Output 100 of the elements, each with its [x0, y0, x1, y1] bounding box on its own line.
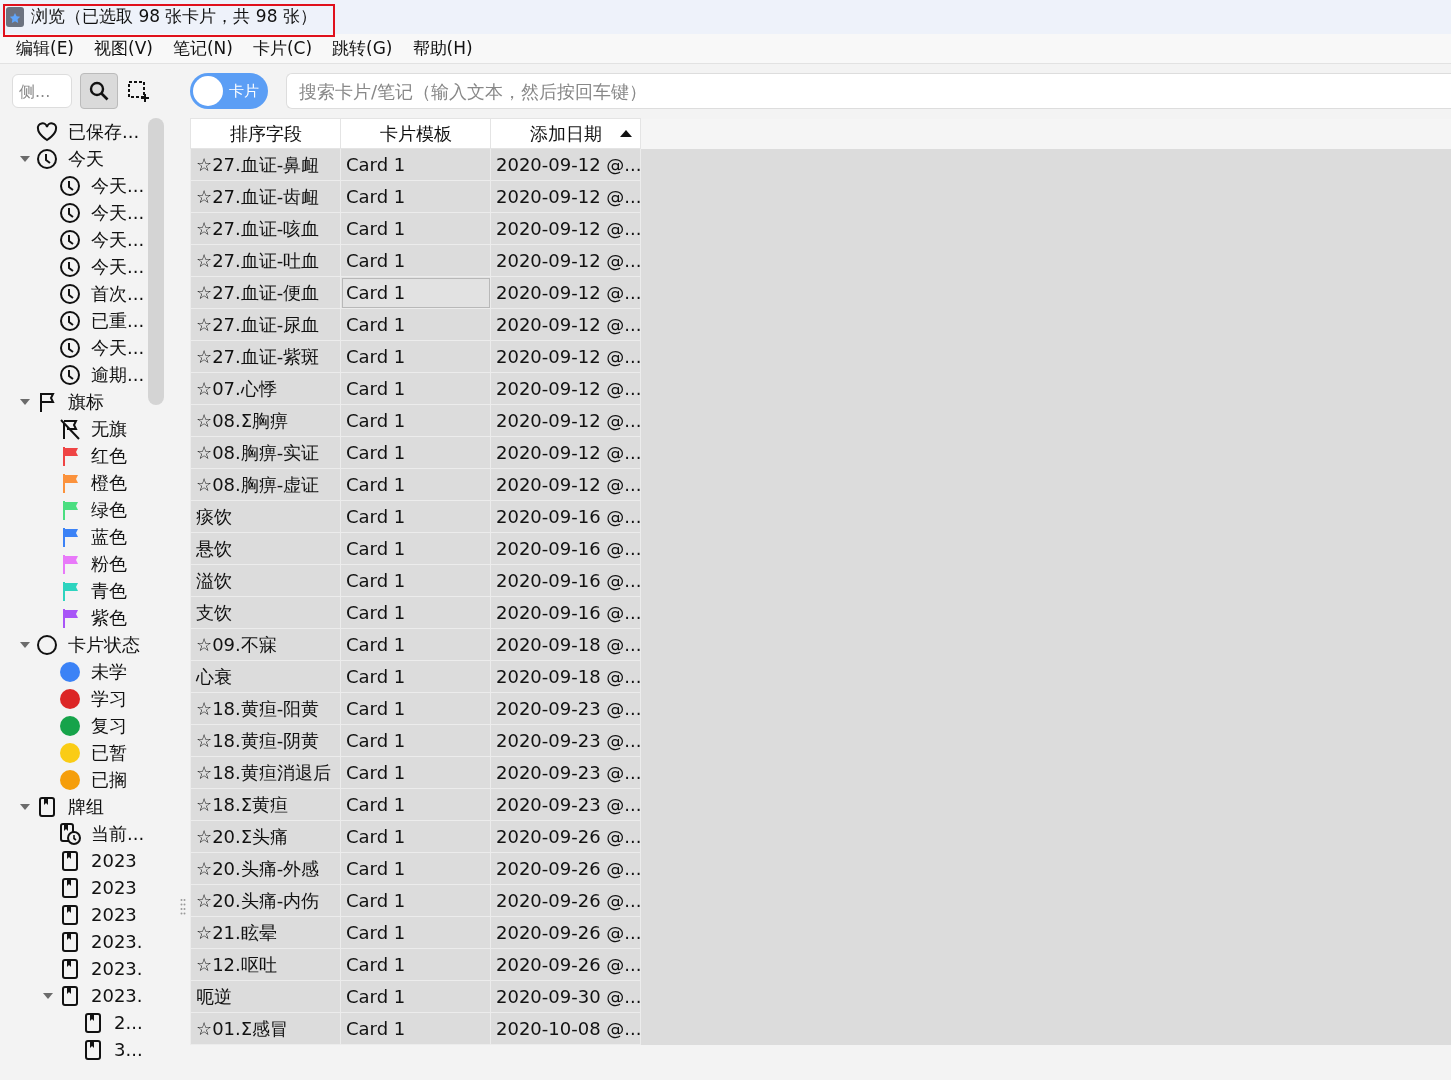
table-cell: Card 1 — [340, 980, 491, 1013]
table-cell: Card 1 — [340, 436, 491, 469]
table-cell: 2020-09-26 @... — [490, 884, 641, 917]
tree-item[interactable]: 今天... — [0, 253, 148, 280]
table-cell: Card 1 — [340, 244, 491, 277]
tree-item[interactable]: 已暂 — [0, 739, 148, 766]
table-cell: Card 1 — [340, 212, 491, 245]
tree-item[interactable]: 2023 — [0, 901, 148, 928]
menu-item[interactable]: 卡片(C) — [242, 35, 323, 62]
tree-item[interactable]: 无旗 — [0, 415, 148, 442]
menu-item[interactable]: 笔记(N) — [162, 35, 243, 62]
tree-item[interactable]: 绿色 — [0, 496, 148, 523]
table-cell: Card 1 — [340, 788, 491, 821]
tree-item[interactable]: 2023. — [0, 982, 148, 1009]
tree-item[interactable]: 蓝色 — [0, 523, 148, 550]
deck-icon — [59, 957, 81, 980]
table-cell: 2020-09-18 @... — [490, 660, 641, 693]
table-cell: 2020-09-12 @... — [490, 372, 641, 405]
menu-item[interactable]: 跳转(G) — [322, 35, 403, 62]
tree-item[interactable]: 今天... — [0, 226, 148, 253]
table-cell: ☆18.Σ黄疸 — [190, 788, 341, 821]
table-cell: 溢饮 — [190, 564, 341, 597]
splitter-grip-icon[interactable] — [179, 898, 186, 916]
table-cell: ☆08.Σ胸痹 — [190, 404, 341, 437]
table-cell: ☆12.呕吐 — [190, 948, 341, 981]
tree-item[interactable]: 今天... — [0, 172, 148, 199]
tree-item[interactable]: 已保存... — [0, 118, 148, 145]
table-cell: ☆07.心悸 — [190, 372, 341, 405]
tree-item[interactable]: 今天... — [0, 334, 148, 361]
menu-item[interactable]: 帮助(H) — [402, 35, 483, 62]
sidebar-search-field[interactable]: 侧... — [12, 74, 72, 108]
table-cell: Card 1 — [340, 692, 491, 725]
table-cell: 2020-09-12 @... — [490, 308, 641, 341]
clock-icon — [59, 255, 81, 278]
clock-icon — [59, 309, 81, 332]
tree-item[interactable]: 粉色 — [0, 550, 148, 577]
tree-item[interactable]: 3... — [0, 1036, 148, 1063]
deck-icon — [82, 1038, 104, 1061]
tree-item[interactable]: 红色 — [0, 442, 148, 469]
tree-item[interactable]: 当前... — [0, 820, 148, 847]
tree-item[interactable]: 学习 — [0, 685, 148, 712]
tree-item[interactable]: 今天 — [0, 145, 148, 172]
table-cell: Card 1 — [340, 308, 491, 341]
deck-icon — [59, 903, 81, 926]
tree-item[interactable]: 2... — [0, 1009, 148, 1036]
table-cell: ☆20.头痛-外感 — [190, 852, 341, 885]
table-cell: 2020-09-26 @... — [490, 852, 641, 885]
table-cell: Card 1 — [340, 820, 491, 853]
table-cell: 2020-09-12 @... — [490, 180, 641, 213]
table-cell: 悬饮 — [190, 532, 341, 565]
table-cell: 2020-09-23 @... — [490, 724, 641, 757]
tree-item[interactable]: 复习 — [0, 712, 148, 739]
search-button[interactable] — [80, 73, 118, 109]
table-cell: Card 1 — [340, 724, 491, 757]
tree-item[interactable]: 牌组 — [0, 793, 148, 820]
tree-item[interactable]: 旗标 — [0, 388, 148, 415]
clock-icon — [59, 201, 81, 224]
column-header[interactable]: 排序字段 — [190, 118, 341, 149]
table-cell: ☆18.黄疸-阳黄 — [190, 692, 341, 725]
column-header[interactable]: 卡片模板 — [340, 118, 491, 149]
selection-icon[interactable] — [126, 79, 150, 103]
tree-item[interactable]: 卡片状态 — [0, 631, 148, 658]
tree-item[interactable]: 已搁 — [0, 766, 148, 793]
table-cell: ☆27.血证-齿衄 — [190, 180, 341, 213]
table-cell: ☆08.胸痹-虚证 — [190, 468, 341, 501]
table-cell: 2020-09-12 @... — [490, 340, 641, 373]
tree-item[interactable]: 2023 — [0, 847, 148, 874]
table-cell: 2020-09-16 @... — [490, 532, 641, 565]
tree-item[interactable]: 2023 — [0, 874, 148, 901]
table-cell: 2020-09-23 @... — [490, 692, 641, 725]
tree-item[interactable]: 逾期... — [0, 361, 148, 388]
deck-icon — [36, 795, 58, 818]
tree-item[interactable]: 橙色 — [0, 469, 148, 496]
table-cell: Card 1 — [340, 948, 491, 981]
tree-item[interactable]: 2023. — [0, 955, 148, 982]
table-cell: Card 1 — [340, 884, 491, 917]
menu-item[interactable]: 视图(V) — [84, 35, 163, 62]
tree-item[interactable]: 2023. — [0, 928, 148, 955]
tree-item[interactable]: 青色 — [0, 577, 148, 604]
column-header[interactable]: 添加日期 — [490, 118, 641, 149]
tree-item[interactable]: 紫色 — [0, 604, 148, 631]
table-cell: ☆27.血证-吐血 — [190, 244, 341, 277]
table-cell: 支饮 — [190, 596, 341, 629]
scrollbar-thumb[interactable] — [148, 118, 164, 405]
deck-icon — [59, 930, 81, 953]
tree-item[interactable]: 已重... — [0, 307, 148, 334]
tree-item[interactable]: 今天... — [0, 199, 148, 226]
table-cell: Card 1 — [340, 340, 491, 373]
table-cell: ☆08.胸痹-实证 — [190, 436, 341, 469]
tree-item[interactable]: 未学 — [0, 658, 148, 685]
deck-icon — [82, 1011, 104, 1034]
app-icon — [5, 6, 25, 28]
table-cell: ☆27.血证-鼻衄 — [190, 148, 341, 181]
table-cell: 2020-09-12 @... — [490, 148, 641, 181]
card-search-field[interactable]: 搜索卡片/笔记（输入文本，然后按回车键） — [286, 73, 1451, 109]
table-cell: 心衰 — [190, 660, 341, 693]
menu-item[interactable]: 编辑(E) — [6, 35, 84, 62]
tree-item[interactable]: 首次... — [0, 280, 148, 307]
table-cell: Card 1 — [340, 564, 491, 597]
deck-clock-icon — [59, 822, 81, 845]
